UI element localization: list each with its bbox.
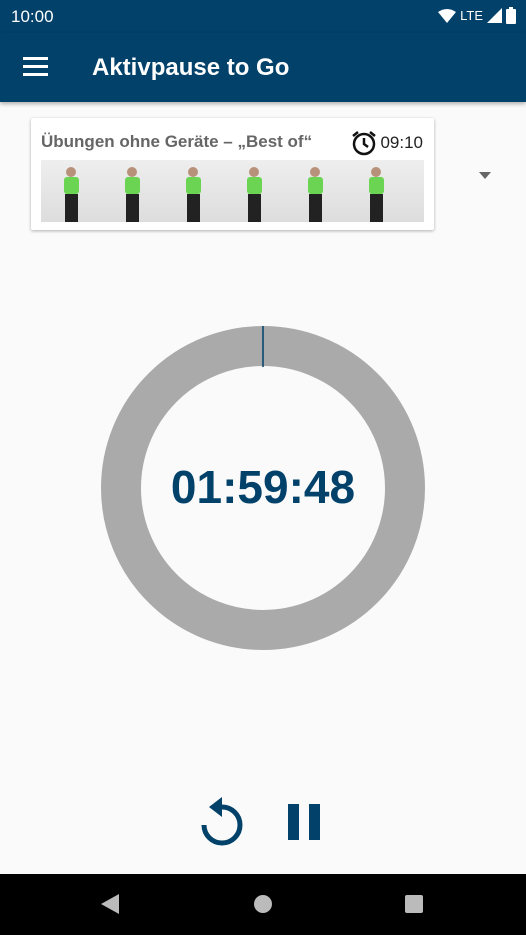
workout-card[interactable]: Übungen ohne Geräte – „Best of“ 09:10 [31, 118, 434, 230]
exercise-thumbnail [163, 160, 224, 222]
wifi-icon [438, 8, 457, 23]
timer-display: 01:59:48 [170, 461, 356, 513]
alarm-clock-icon [352, 131, 377, 156]
dropdown-arrow-icon[interactable] [479, 172, 491, 179]
workout-title: Übungen ohne Geräte – „Best of“ [41, 132, 313, 151]
exercise-thumbnail [41, 160, 102, 222]
exercise-thumbnail [224, 160, 285, 222]
navigation-bar [0, 874, 526, 935]
restart-button[interactable] [199, 795, 245, 847]
recents-icon[interactable] [405, 895, 423, 913]
signal-icon [487, 8, 502, 23]
exercise-thumbnail [346, 160, 407, 222]
pause-button[interactable] [288, 804, 320, 840]
status-time: 10:00 [11, 7, 54, 26]
network-type: LTE [460, 8, 483, 23]
battery-icon [506, 7, 516, 24]
back-icon[interactable] [101, 894, 119, 914]
exercise-thumbnail [102, 160, 163, 222]
exercise-thumbnail [407, 160, 424, 222]
app-bar: Aktivpause to Go [0, 33, 526, 102]
workout-duration: 09:10 [380, 133, 423, 152]
menu-icon[interactable] [23, 57, 48, 77]
exercise-thumbnail [285, 160, 346, 222]
status-bar: 10:00 LTE [0, 0, 526, 33]
app-title: Aktivpause to Go [92, 54, 290, 81]
home-icon[interactable] [254, 895, 272, 913]
exercise-thumbnails [41, 160, 424, 222]
